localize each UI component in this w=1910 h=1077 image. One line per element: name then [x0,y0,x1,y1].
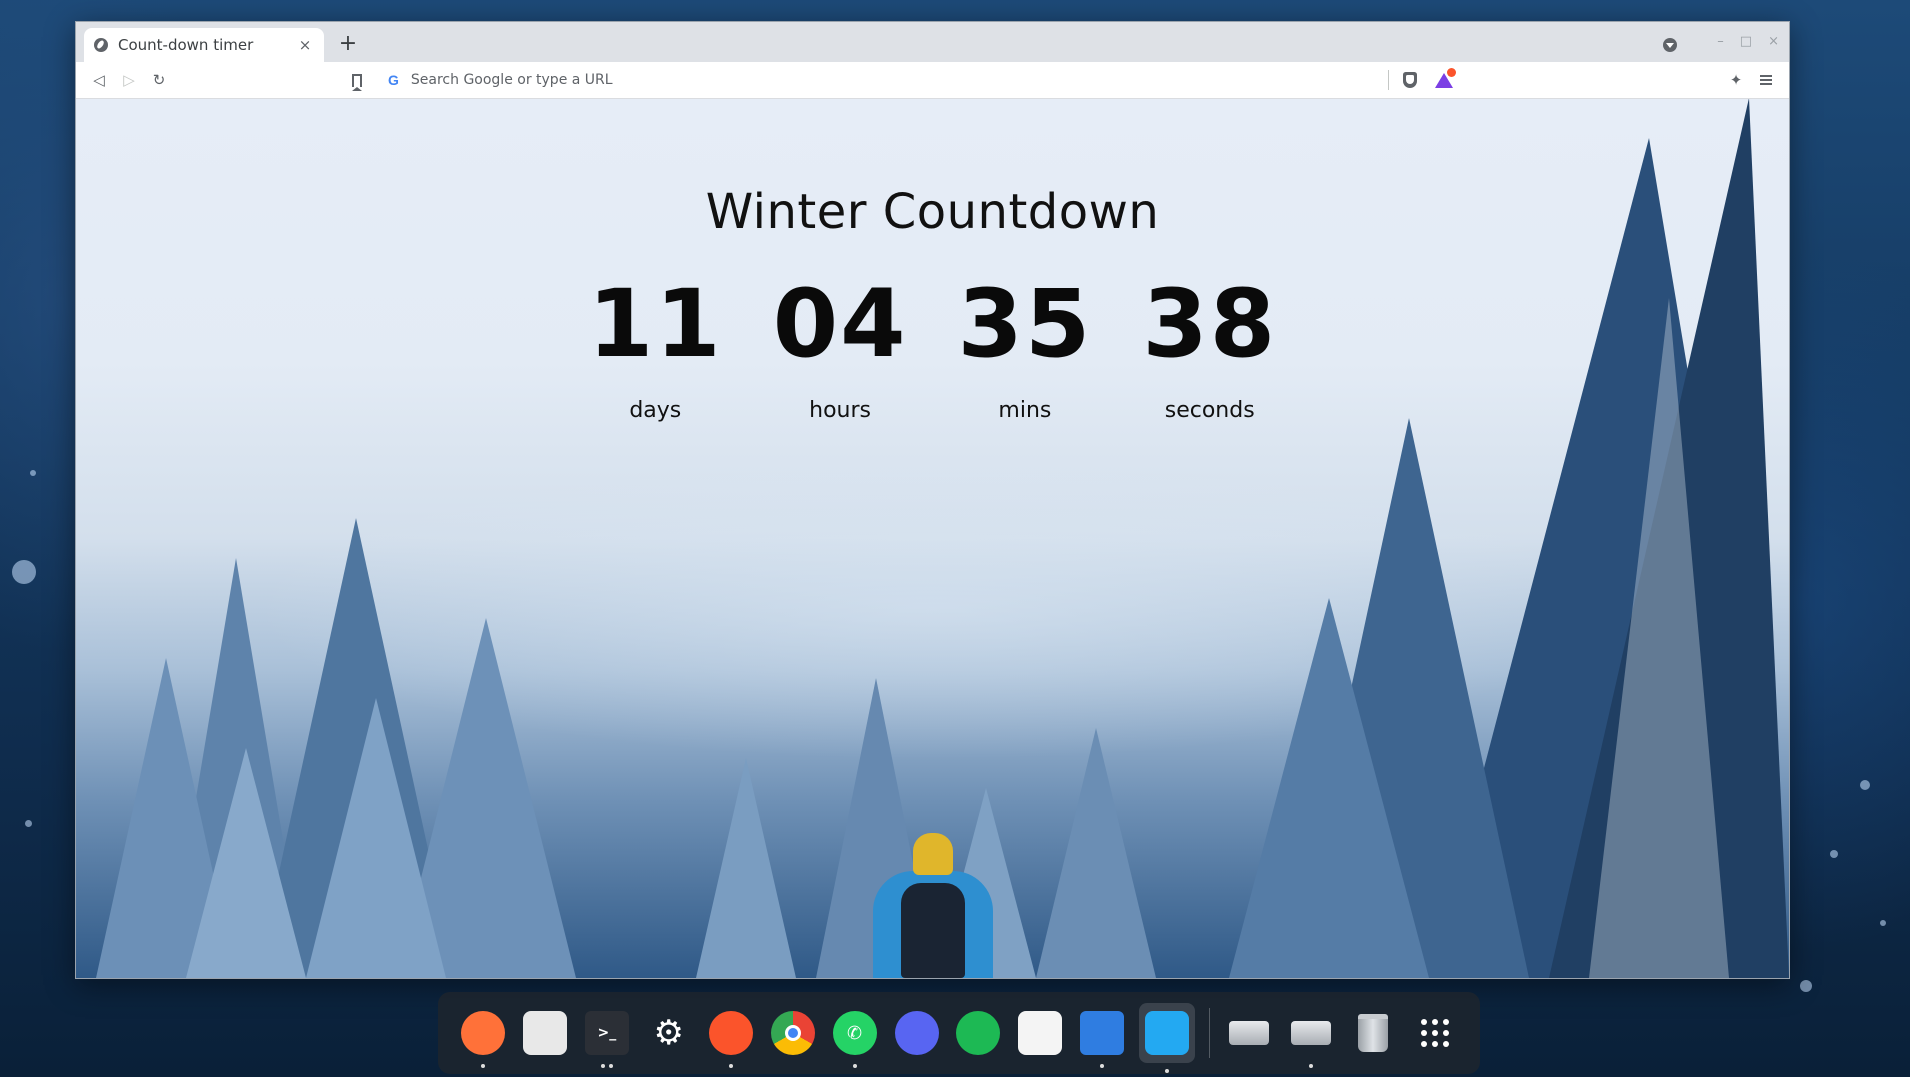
address-placeholder: Search Google or type a URL [410,72,613,88]
snowflake [1880,920,1886,926]
drive-icon [1229,1021,1270,1045]
dock-item-file-manager[interactable] [1077,1008,1127,1068]
countdown-hours: 04 hours [772,270,908,424]
divider [1388,70,1389,90]
drive-icon [1291,1021,1332,1045]
forward-button[interactable]: ▷ [114,65,144,95]
back-button[interactable]: ◁ [84,65,114,95]
bookmark-icon [352,73,362,91]
brave-shields-button[interactable] [1395,65,1425,95]
apps-grid-icon [1421,1019,1450,1047]
maximize-icon[interactable]: □ [1740,34,1752,49]
dock-item-settings[interactable]: ⚙ [644,1008,694,1058]
trash-icon [1358,1014,1389,1052]
tab-countdown-timer[interactable]: Count-down timer × [84,28,324,62]
dock-item-drive[interactable] [1286,1008,1336,1068]
tab-title: Count-down timer [118,36,254,54]
browser-toolbar: ◁ ▷ ↻ G Search Google or type a URL ✦ [76,62,1789,99]
hours-label: hours [809,398,872,423]
snowflake [30,470,36,476]
hamburger-icon [1760,75,1772,85]
seconds-label: seconds [1164,398,1255,423]
shield-icon [1403,72,1417,88]
dock-item-chrome[interactable] [768,1008,818,1058]
dock-item-software-store[interactable] [520,1008,570,1058]
spotify-icon [956,1011,1001,1055]
dock: >_ ⚙ ✆ [438,992,1480,1074]
new-tab-button[interactable]: + [336,32,360,56]
window-controls: – □ × [1663,30,1779,52]
close-tab-icon[interactable]: × [296,36,314,54]
brave-icon [708,1011,753,1055]
countdown-days: 11 days [587,270,723,424]
browser-window: Count-down timer × + – □ × ◁ ▷ ↻ G Searc… [75,21,1790,979]
page-title: Winter Countdown [705,184,1160,240]
mins-label: mins [998,398,1052,423]
notification-badge [1447,68,1456,77]
days-value: 11 [587,270,723,379]
google-icon: G [388,72,399,88]
snowflake [1800,980,1812,992]
mins-value: 35 [957,270,1093,379]
hours-value: 04 [772,270,908,379]
forest-left-illustration [96,518,576,978]
countdown-widget: Winter Countdown 11 days 04 hours 35 min… [76,99,1789,423]
show-applications-button[interactable] [1410,1008,1460,1058]
snowflake [25,820,32,827]
address-bar[interactable]: G Search Google or type a URL [378,65,1388,95]
settings-icon: ⚙ [653,1013,685,1053]
reload-button[interactable]: ↻ [144,65,174,95]
dock-item-trash[interactable] [1348,1008,1398,1058]
vscode-icon [1145,1011,1190,1055]
tab-strip: Count-down timer × + – □ × [76,22,1789,62]
extensions-button[interactable]: ✦ [1721,65,1751,95]
close-window-icon[interactable]: × [1768,34,1779,49]
snowflake [1860,780,1870,790]
menu-button[interactable] [1751,65,1781,95]
dock-item-calendar[interactable] [1015,1008,1065,1058]
days-label: days [629,398,682,423]
countdown-seconds: 38 seconds [1142,270,1278,424]
puzzle-icon: ✦ [1729,71,1743,89]
software-store-icon [522,1011,567,1055]
dock-separator [1209,1008,1211,1058]
globe-icon [94,38,108,52]
dock-item-whatsapp[interactable]: ✆ [830,1008,880,1068]
hiker-illustration [872,833,993,978]
seconds-value: 38 [1142,270,1278,379]
page-viewport: Winter Countdown 11 days 04 hours 35 min… [76,99,1789,978]
file-manager-icon [1080,1011,1125,1055]
dock-item-firefox[interactable] [458,1008,508,1068]
bookmark-button[interactable] [344,66,370,94]
countdown-mins: 35 mins [957,270,1093,424]
chrome-icon [770,1011,815,1055]
brave-rewards-button[interactable] [1429,65,1459,95]
terminal-icon: >_ [584,1011,629,1055]
minimize-icon[interactable]: – [1717,34,1724,49]
discord-icon [894,1011,939,1055]
firefox-icon [460,1011,505,1055]
dock-item-drive[interactable] [1224,1008,1274,1058]
dock-item-spotify[interactable] [954,1008,1004,1058]
calendar-icon [1018,1011,1063,1055]
snowflake [1830,850,1838,858]
dock-item-vscode[interactable] [1139,1003,1196,1073]
dock-item-brave[interactable] [706,1008,756,1068]
countdown-units: 11 days 04 hours 35 mins 38 seconds [76,270,1789,424]
dock-item-discord[interactable] [892,1008,942,1058]
whatsapp-icon: ✆ [832,1011,877,1055]
tab-search-icon[interactable] [1663,38,1678,52]
snowflake [12,560,36,584]
dock-item-terminal[interactable]: >_ [582,1008,632,1068]
